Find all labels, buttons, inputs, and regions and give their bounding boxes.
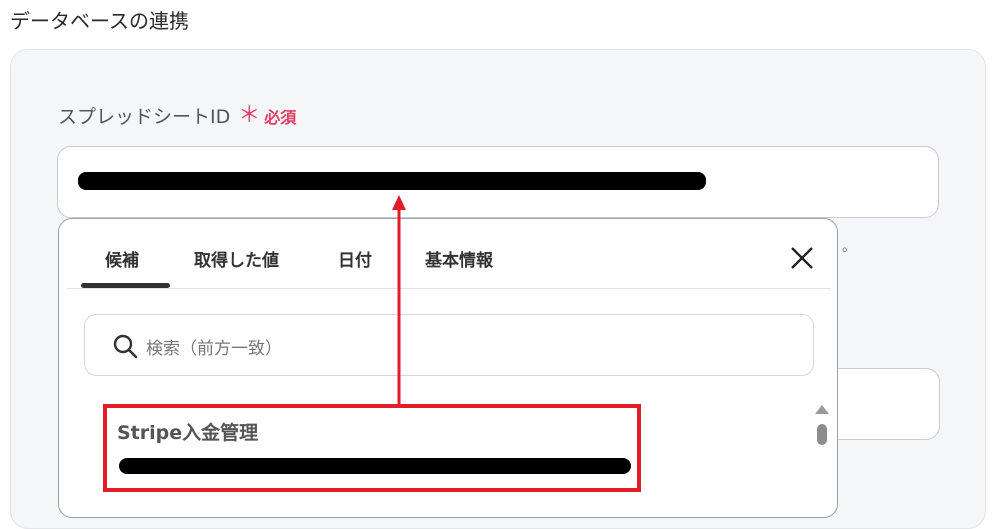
hint-text-fragment: 。 [842, 239, 856, 255]
required-badge: 必須 [264, 107, 297, 127]
tab-basic-info[interactable]: 基本情報 [425, 246, 493, 271]
tab-candidates[interactable]: 候補 [105, 246, 139, 271]
tab-date[interactable]: 日付 [338, 246, 372, 271]
popup-tabs: 候補 取得した値 日付 基本情報 [59, 219, 837, 289]
spreadsheet-id-input[interactable] [57, 146, 939, 218]
result-title: Stripe入金管理 [117, 422, 259, 444]
required-star-icon: ＊ [238, 102, 261, 128]
result-list: Stripe入金管理 [83, 401, 829, 517]
close-icon [791, 247, 813, 269]
tab-fetched-values[interactable]: 取得した値 [194, 246, 279, 271]
field-label-text: スプレッドシートID [58, 106, 231, 128]
close-button[interactable] [789, 245, 815, 271]
section-title: データベースの連携 [10, 9, 189, 33]
redacted-value [78, 172, 706, 190]
scroll-up-arrow-icon[interactable] [815, 405, 829, 414]
search-placeholder: 検索（前方一致） [146, 339, 282, 359]
list-item[interactable]: Stripe入金管理 [103, 404, 641, 492]
value-picker-popup: 候補 取得した値 日付 基本情報 検索（前方一致） Stripe入金管理 [58, 218, 838, 518]
field-label: スプレッドシートID ＊ 必須 [58, 102, 296, 129]
tabs-divider [67, 288, 831, 289]
scrollbar-thumb[interactable] [817, 424, 827, 445]
background-input-field[interactable] [820, 368, 940, 440]
search-icon [113, 334, 138, 359]
search-input[interactable]: 検索（前方一致） [84, 314, 814, 376]
redacted-value [119, 458, 631, 474]
